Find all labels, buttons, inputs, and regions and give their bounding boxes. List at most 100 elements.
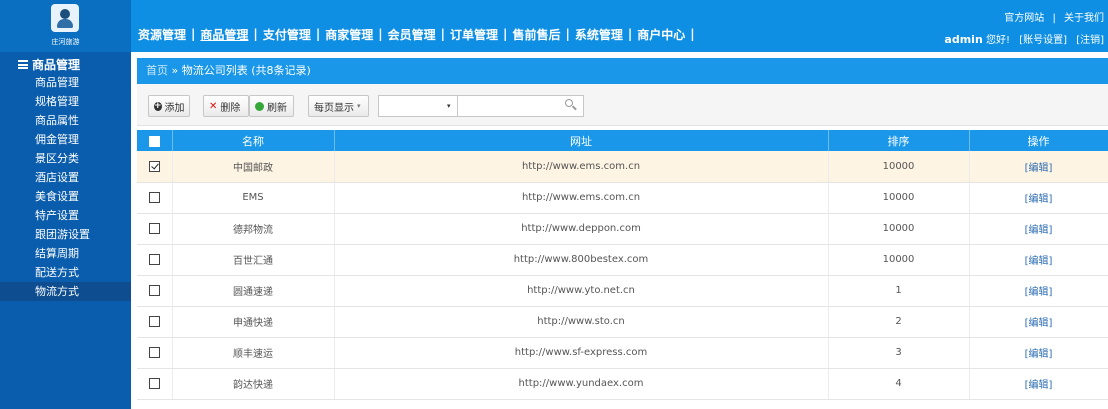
delete-x-icon: ✕ (209, 100, 218, 112)
sidebar-group-label: 商品管理 (32, 57, 81, 72)
cell-name: 顺丰速运 (172, 337, 335, 369)
table-row[interactable]: 顺丰速运 http://www.sf-express.com 3 [编辑] (137, 337, 1108, 369)
refresh-icon (255, 101, 264, 111)
row-select-cell (137, 213, 173, 245)
sidebar-item-spec-management[interactable]: 规格管理 (0, 92, 131, 111)
row-checkbox[interactable] (148, 346, 160, 358)
sidebar-item-delivery-methods[interactable]: 配送方式 (0, 263, 131, 282)
row-select-cell (137, 337, 173, 369)
greeting: 您好! (985, 35, 1010, 46)
table-row[interactable]: 韵达快递 http://www.yundaex.com 4 [编辑] (137, 368, 1108, 400)
column-header-url[interactable]: 网址 (334, 130, 829, 151)
row-select-cell (137, 182, 173, 214)
nav-separator: | (253, 27, 258, 41)
row-select-cell (137, 306, 173, 338)
cell-url: http://www.yundaex.com (334, 368, 829, 400)
sidebar-item-logistics-methods[interactable]: 物流方式 (0, 282, 131, 301)
sidebar-item-food-settings[interactable]: 美食设置 (0, 187, 131, 206)
row-checkbox[interactable] (148, 315, 160, 327)
refresh-button[interactable]: 刷新 (249, 95, 294, 117)
edit-link[interactable]: [编辑] (969, 306, 1108, 338)
chevron-down-icon: ▾ (357, 102, 361, 110)
official-site-link[interactable]: 官方网站 (1004, 13, 1044, 24)
logistics-table: 名称 网址 排序 操作 中国邮政 http://www.ems.com.cn 1… (137, 130, 1108, 400)
sidebar-group-title[interactable]: 商品管理 (0, 55, 131, 73)
table-row[interactable]: 百世汇通 http://www.800bestex.com 10000 [编辑] (137, 244, 1108, 276)
sidebar-item-settlement-cycle[interactable]: 结算周期 (0, 244, 131, 263)
row-select-cell (137, 244, 173, 276)
table-row[interactable]: 中国邮政 http://www.ems.com.cn 10000 [编辑] (137, 151, 1108, 183)
row-checkbox[interactable] (148, 160, 160, 172)
nav-separator: | (690, 27, 695, 41)
logo[interactable]: 庄河旅游 (0, 0, 131, 52)
edit-link[interactable]: [编辑] (969, 182, 1108, 214)
username: admin (944, 33, 983, 46)
row-checkbox[interactable] (148, 284, 160, 296)
table-row[interactable]: 申通快递 http://www.sto.cn 2 [编辑] (137, 306, 1108, 338)
row-checkbox[interactable] (148, 191, 160, 203)
cell-name: 百世汇通 (172, 244, 335, 276)
about-us-link[interactable]: 关于我们 (1064, 13, 1104, 24)
menu-list-icon (18, 59, 28, 69)
logout-link[interactable]: [注销] (1076, 35, 1104, 46)
delete-button[interactable]: ✕ 删除 (203, 95, 249, 117)
edit-link[interactable]: [编辑] (969, 244, 1108, 276)
sidebar-item-product-attributes[interactable]: 商品属性 (0, 111, 131, 130)
edit-link[interactable]: [编辑] (969, 368, 1108, 400)
nav-item-merchant-center[interactable]: 商户中心 (636, 26, 686, 43)
nav-item-merchants[interactable]: 商家管理 (324, 26, 374, 43)
cell-name: 圆通速递 (172, 275, 335, 307)
sidebar-item-hotel-settings[interactable]: 酒店设置 (0, 168, 131, 187)
page-size-dropdown[interactable]: 每页显示 ▾ (308, 95, 369, 117)
sidebar-item-group-tour-settings[interactable]: 跟团游设置 (0, 225, 131, 244)
column-header-name[interactable]: 名称 (172, 130, 335, 151)
nav-item-payment[interactable]: 支付管理 (262, 26, 312, 43)
table-row[interactable]: 圆通速递 http://www.yto.net.cn 1 [编辑] (137, 275, 1108, 307)
chevron-down-icon: ▾ (447, 102, 451, 110)
nav-separator: | (315, 27, 321, 41)
add-button-label: 添加 (164, 102, 185, 114)
cell-url: http://www.yto.net.cn (334, 275, 829, 307)
row-checkbox[interactable] (148, 222, 160, 234)
row-checkbox[interactable] (148, 377, 160, 389)
sidebar: 商品管理 商品管理 规格管理 商品属性 佣金管理 景区分类 酒店设置 美食设置 … (0, 52, 131, 409)
cell-sort: 10000 (828, 244, 970, 276)
top-links: 官方网站 | 关于我们 (1004, 9, 1104, 24)
page-size-label: 每页显示 (314, 102, 354, 114)
cell-name: 中国邮政 (172, 151, 335, 183)
edit-link[interactable]: [编辑] (969, 275, 1108, 307)
sidebar-item-specialty-settings[interactable]: 特产设置 (0, 206, 131, 225)
sidebar-item-commission[interactable]: 佣金管理 (0, 130, 131, 149)
table-row[interactable]: 德邦物流 http://www.deppon.com 10000 [编辑] (137, 213, 1108, 245)
sidebar-item-product-management[interactable]: 商品管理 (0, 73, 131, 92)
row-checkbox[interactable] (148, 253, 160, 265)
nav-separator: | (503, 27, 508, 41)
edit-link[interactable]: [编辑] (969, 151, 1108, 183)
nav-separator: | (440, 27, 446, 41)
cell-name: 申通快递 (172, 306, 335, 338)
toolbar: + 添加 ✕ 删除 刷新 每页显示 ▾ ▾ (137, 84, 1108, 126)
cell-url: http://www.ems.com.cn (334, 151, 829, 183)
nav-item-members[interactable]: 会员管理 (387, 26, 437, 43)
select-all-checkbox[interactable] (148, 135, 160, 147)
table-row[interactable]: EMS http://www.ems.com.cn 10000 [编辑] (137, 182, 1108, 214)
add-button[interactable]: + 添加 (148, 95, 190, 117)
top-header: 庄河旅游 资源管理 | 商品管理 | 支付管理 | 商家管理 | 会员管理 | … (0, 0, 1108, 52)
cell-sort: 10000 (828, 182, 970, 214)
search-field-select[interactable]: ▾ (378, 95, 458, 117)
edit-link[interactable]: [编辑] (969, 213, 1108, 245)
account-settings-link[interactable]: [账号设置] (1019, 35, 1067, 46)
column-header-sort[interactable]: 排序 (828, 130, 970, 151)
nav-item-presales-aftersales[interactable]: 售前售后 (511, 26, 561, 43)
nav-item-resources[interactable]: 资源管理 (137, 26, 187, 43)
search-button[interactable] (564, 98, 578, 112)
nav-item-system[interactable]: 系统管理 (574, 26, 624, 43)
nav-item-products[interactable]: 商品管理 (199, 26, 249, 43)
edit-link[interactable]: [编辑] (969, 337, 1108, 369)
nav-item-orders[interactable]: 订单管理 (449, 26, 499, 43)
cell-url: http://www.deppon.com (334, 213, 829, 245)
page-title: 物流公司列表 (共8条记录) (181, 64, 311, 77)
sidebar-item-scenic-categories[interactable]: 景区分类 (0, 149, 131, 168)
breadcrumb-home-link[interactable]: 首页 (146, 64, 168, 77)
logo-mark-icon (51, 4, 79, 32)
